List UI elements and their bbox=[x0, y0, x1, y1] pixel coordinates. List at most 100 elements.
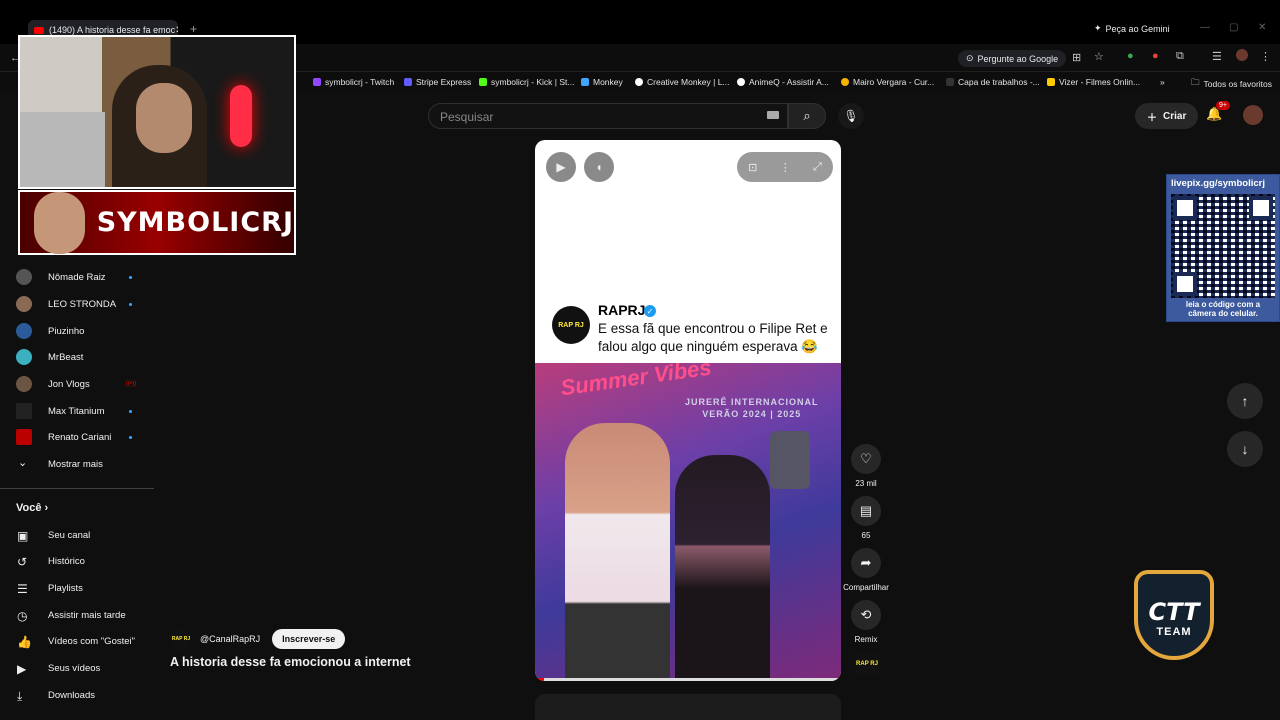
extensions-puzzle-icon[interactable]: ⧉ bbox=[1176, 50, 1184, 63]
sidebar-item-history[interactable]: ↺ Histórico bbox=[0, 548, 154, 574]
all-bookmarks-button[interactable]: 🗀 Todos os favoritos bbox=[1191, 77, 1272, 91]
previous-short-button[interactable]: ↑ bbox=[1227, 383, 1263, 419]
short-video-player[interactable]: ▶ ◖ ⊡ ⋮ ⤢ RAP RJ RAPRJ ✓ E essa fã que e… bbox=[535, 140, 841, 681]
volume-button[interactable]: ◖ bbox=[584, 152, 614, 182]
profile-avatar[interactable] bbox=[1236, 49, 1248, 61]
extension-red-icon[interactable]: ● bbox=[1152, 50, 1159, 62]
like-count: 23 mil bbox=[855, 479, 877, 488]
sidebar-item-label: Assistir mais tarde bbox=[48, 610, 126, 621]
media-icon[interactable]: ☰ bbox=[1212, 50, 1222, 63]
sidebar-divider bbox=[0, 488, 154, 489]
search-button[interactable]: ⌕ bbox=[788, 103, 826, 129]
bookmark-favicon-icon bbox=[737, 78, 745, 86]
sidebar-subscription[interactable]: LEO STRONDA bbox=[0, 291, 154, 317]
browser-menu-icon[interactable]: ⋮ bbox=[1260, 50, 1271, 63]
sidebar-item-downloads[interactable]: ⤓ Downloads bbox=[0, 682, 154, 708]
ctt-team-logo: CTT TEAM bbox=[1126, 562, 1222, 666]
qr-finder bbox=[1249, 196, 1273, 220]
channel-avatar bbox=[16, 429, 32, 445]
minimize-icon[interactable]: — bbox=[1200, 22, 1210, 33]
playlists-icon: ☰ bbox=[17, 582, 28, 596]
keyboard-icon[interactable] bbox=[767, 111, 779, 119]
bookmark-label: Capa de trabalhos -... bbox=[958, 77, 1040, 87]
bookmark-label: Monkey bbox=[593, 77, 623, 87]
captions-icon[interactable]: ⊡ bbox=[748, 161, 757, 174]
create-button[interactable]: ＋ Criar bbox=[1135, 103, 1199, 129]
new-tab-button[interactable]: + bbox=[190, 22, 197, 36]
more-options-icon[interactable]: ⋮ bbox=[780, 161, 791, 174]
voice-search-button[interactable]: 🎙 bbox=[838, 103, 864, 129]
you-section-header[interactable]: Você › bbox=[16, 502, 48, 514]
new-content-dot bbox=[129, 409, 132, 413]
gemini-label: Peça ao Gemini bbox=[1105, 23, 1170, 34]
install-icon[interactable]: ⊞ bbox=[1072, 51, 1081, 64]
extension-green-icon[interactable]: ● bbox=[1127, 50, 1134, 62]
ask-google-label: Pergunte ao Google bbox=[977, 53, 1059, 64]
show-more-button[interactable]: ⌄ Mostrar mais bbox=[0, 451, 154, 477]
you-label: Você bbox=[16, 502, 42, 514]
channel-avatar[interactable]: RAP RJ bbox=[170, 628, 192, 650]
video-progress-bar[interactable] bbox=[535, 678, 841, 681]
fullscreen-icon[interactable]: ⤢ bbox=[813, 161, 822, 174]
channel-row: RAP RJ @CanalRapRJ Inscrever-se bbox=[170, 628, 346, 650]
channel-avatar bbox=[16, 376, 32, 392]
next-short-button[interactable]: ↓ bbox=[1227, 431, 1263, 467]
streamer-name-overlay: SYMBOLICRJ bbox=[18, 190, 296, 255]
channel-avatar bbox=[16, 269, 32, 285]
chevron-down-icon: ⌄ bbox=[18, 457, 28, 469]
comments-button[interactable]: ▤ bbox=[851, 496, 881, 526]
sidebar-item-watch-later[interactable]: ◷ Assistir mais tarde bbox=[0, 602, 154, 628]
bookmark-label: Creative Monkey | L... bbox=[647, 77, 730, 87]
bookmark-item[interactable]: symbolicrj - Twitch bbox=[313, 77, 394, 87]
new-content-dot bbox=[129, 275, 132, 279]
bookmark-item[interactable]: AnimeQ - Assistir A... bbox=[737, 77, 829, 87]
sidebar-subscription[interactable]: Piuzinho bbox=[0, 318, 154, 344]
bookmark-item[interactable]: Monkey bbox=[581, 77, 623, 87]
share-button[interactable]: ➦ bbox=[851, 548, 881, 578]
bookmark-star-icon[interactable]: ☆ bbox=[1094, 50, 1104, 63]
sidebar-subscription[interactable]: Renato Cariani bbox=[0, 424, 154, 450]
sidebar-item-your-videos[interactable]: ▶ Seus vídeos bbox=[0, 655, 154, 681]
tweet-avatar: RAP RJ bbox=[552, 306, 590, 344]
search-input[interactable]: Pesquisar bbox=[428, 103, 788, 129]
notifications-button[interactable]: 🔔 9+ bbox=[1206, 101, 1230, 122]
sidebar-item-channel[interactable]: ▣ Seu canal bbox=[0, 522, 154, 548]
sidebar-subscription[interactable]: Nômade Raiz bbox=[0, 264, 154, 290]
team-logo-subtext: TEAM bbox=[1156, 626, 1192, 638]
sidebar-subscription[interactable]: Jon Vlogs ((•)) bbox=[0, 371, 154, 397]
bookmark-item[interactable]: symbolicrj - Kick | St... bbox=[479, 77, 574, 87]
subscription-name: Piuzinho bbox=[48, 325, 85, 337]
account-avatar[interactable] bbox=[1243, 105, 1263, 125]
maximize-icon[interactable]: ▢ bbox=[1229, 22, 1238, 33]
close-window-icon[interactable]: ✕ bbox=[1258, 22, 1266, 33]
subscription-name: Max Titanium bbox=[48, 405, 105, 417]
sidebar-item-liked[interactable]: 👍 Vídeos com "Gostei" bbox=[0, 628, 154, 654]
next-short-preview[interactable] bbox=[535, 694, 841, 720]
bookmark-item[interactable]: Stripe Express bbox=[404, 77, 471, 87]
sidebar-item-label: Vídeos com "Gostei" bbox=[48, 636, 136, 647]
bookmark-item[interactable]: Mairo Vergara - Cur... bbox=[841, 77, 934, 87]
gemini-button[interactable]: ✦ Peça ao Gemini bbox=[1094, 23, 1170, 34]
close-tab-icon[interactable]: ✕ bbox=[175, 25, 178, 36]
sidebar-item-label: Histórico bbox=[48, 556, 85, 567]
subscribe-button[interactable]: Inscrever-se bbox=[272, 629, 346, 649]
play-button[interactable]: ▶ bbox=[546, 152, 576, 182]
tweet-account-name: RAPRJ bbox=[598, 302, 646, 318]
sidebar-item-label: Seu canal bbox=[48, 530, 91, 541]
sidebar-subscription[interactable]: Max Titanium bbox=[0, 398, 154, 424]
sidebar-item-playlists[interactable]: ☰ Playlists bbox=[0, 575, 154, 601]
like-button[interactable]: ♡ bbox=[851, 444, 881, 474]
remix-button[interactable]: ⟲ bbox=[851, 600, 881, 630]
short-title[interactable]: A historia desse fa emocionou a internet bbox=[170, 655, 411, 669]
bookmark-item[interactable]: Capa de trabalhos -... bbox=[946, 77, 1040, 87]
notifications-badge: 9+ bbox=[1216, 101, 1230, 110]
channel-handle[interactable]: @CanalRapRJ bbox=[200, 634, 260, 644]
subscription-name: Renato Cariani bbox=[48, 431, 112, 443]
ask-google-button[interactable]: ⊙ Pergunte ao Google bbox=[958, 50, 1067, 67]
bookmarks-overflow-icon[interactable]: » bbox=[1160, 77, 1165, 87]
bookmark-favicon-icon bbox=[313, 78, 321, 86]
bookmark-item[interactable]: Vizer - Filmes Onlin... bbox=[1047, 77, 1140, 87]
sidebar-subscription[interactable]: MrBeast bbox=[0, 344, 154, 370]
bookmark-item[interactable]: Creative Monkey | L... bbox=[635, 77, 730, 87]
channel-sound-icon[interactable]: RAP RJ bbox=[855, 652, 879, 676]
